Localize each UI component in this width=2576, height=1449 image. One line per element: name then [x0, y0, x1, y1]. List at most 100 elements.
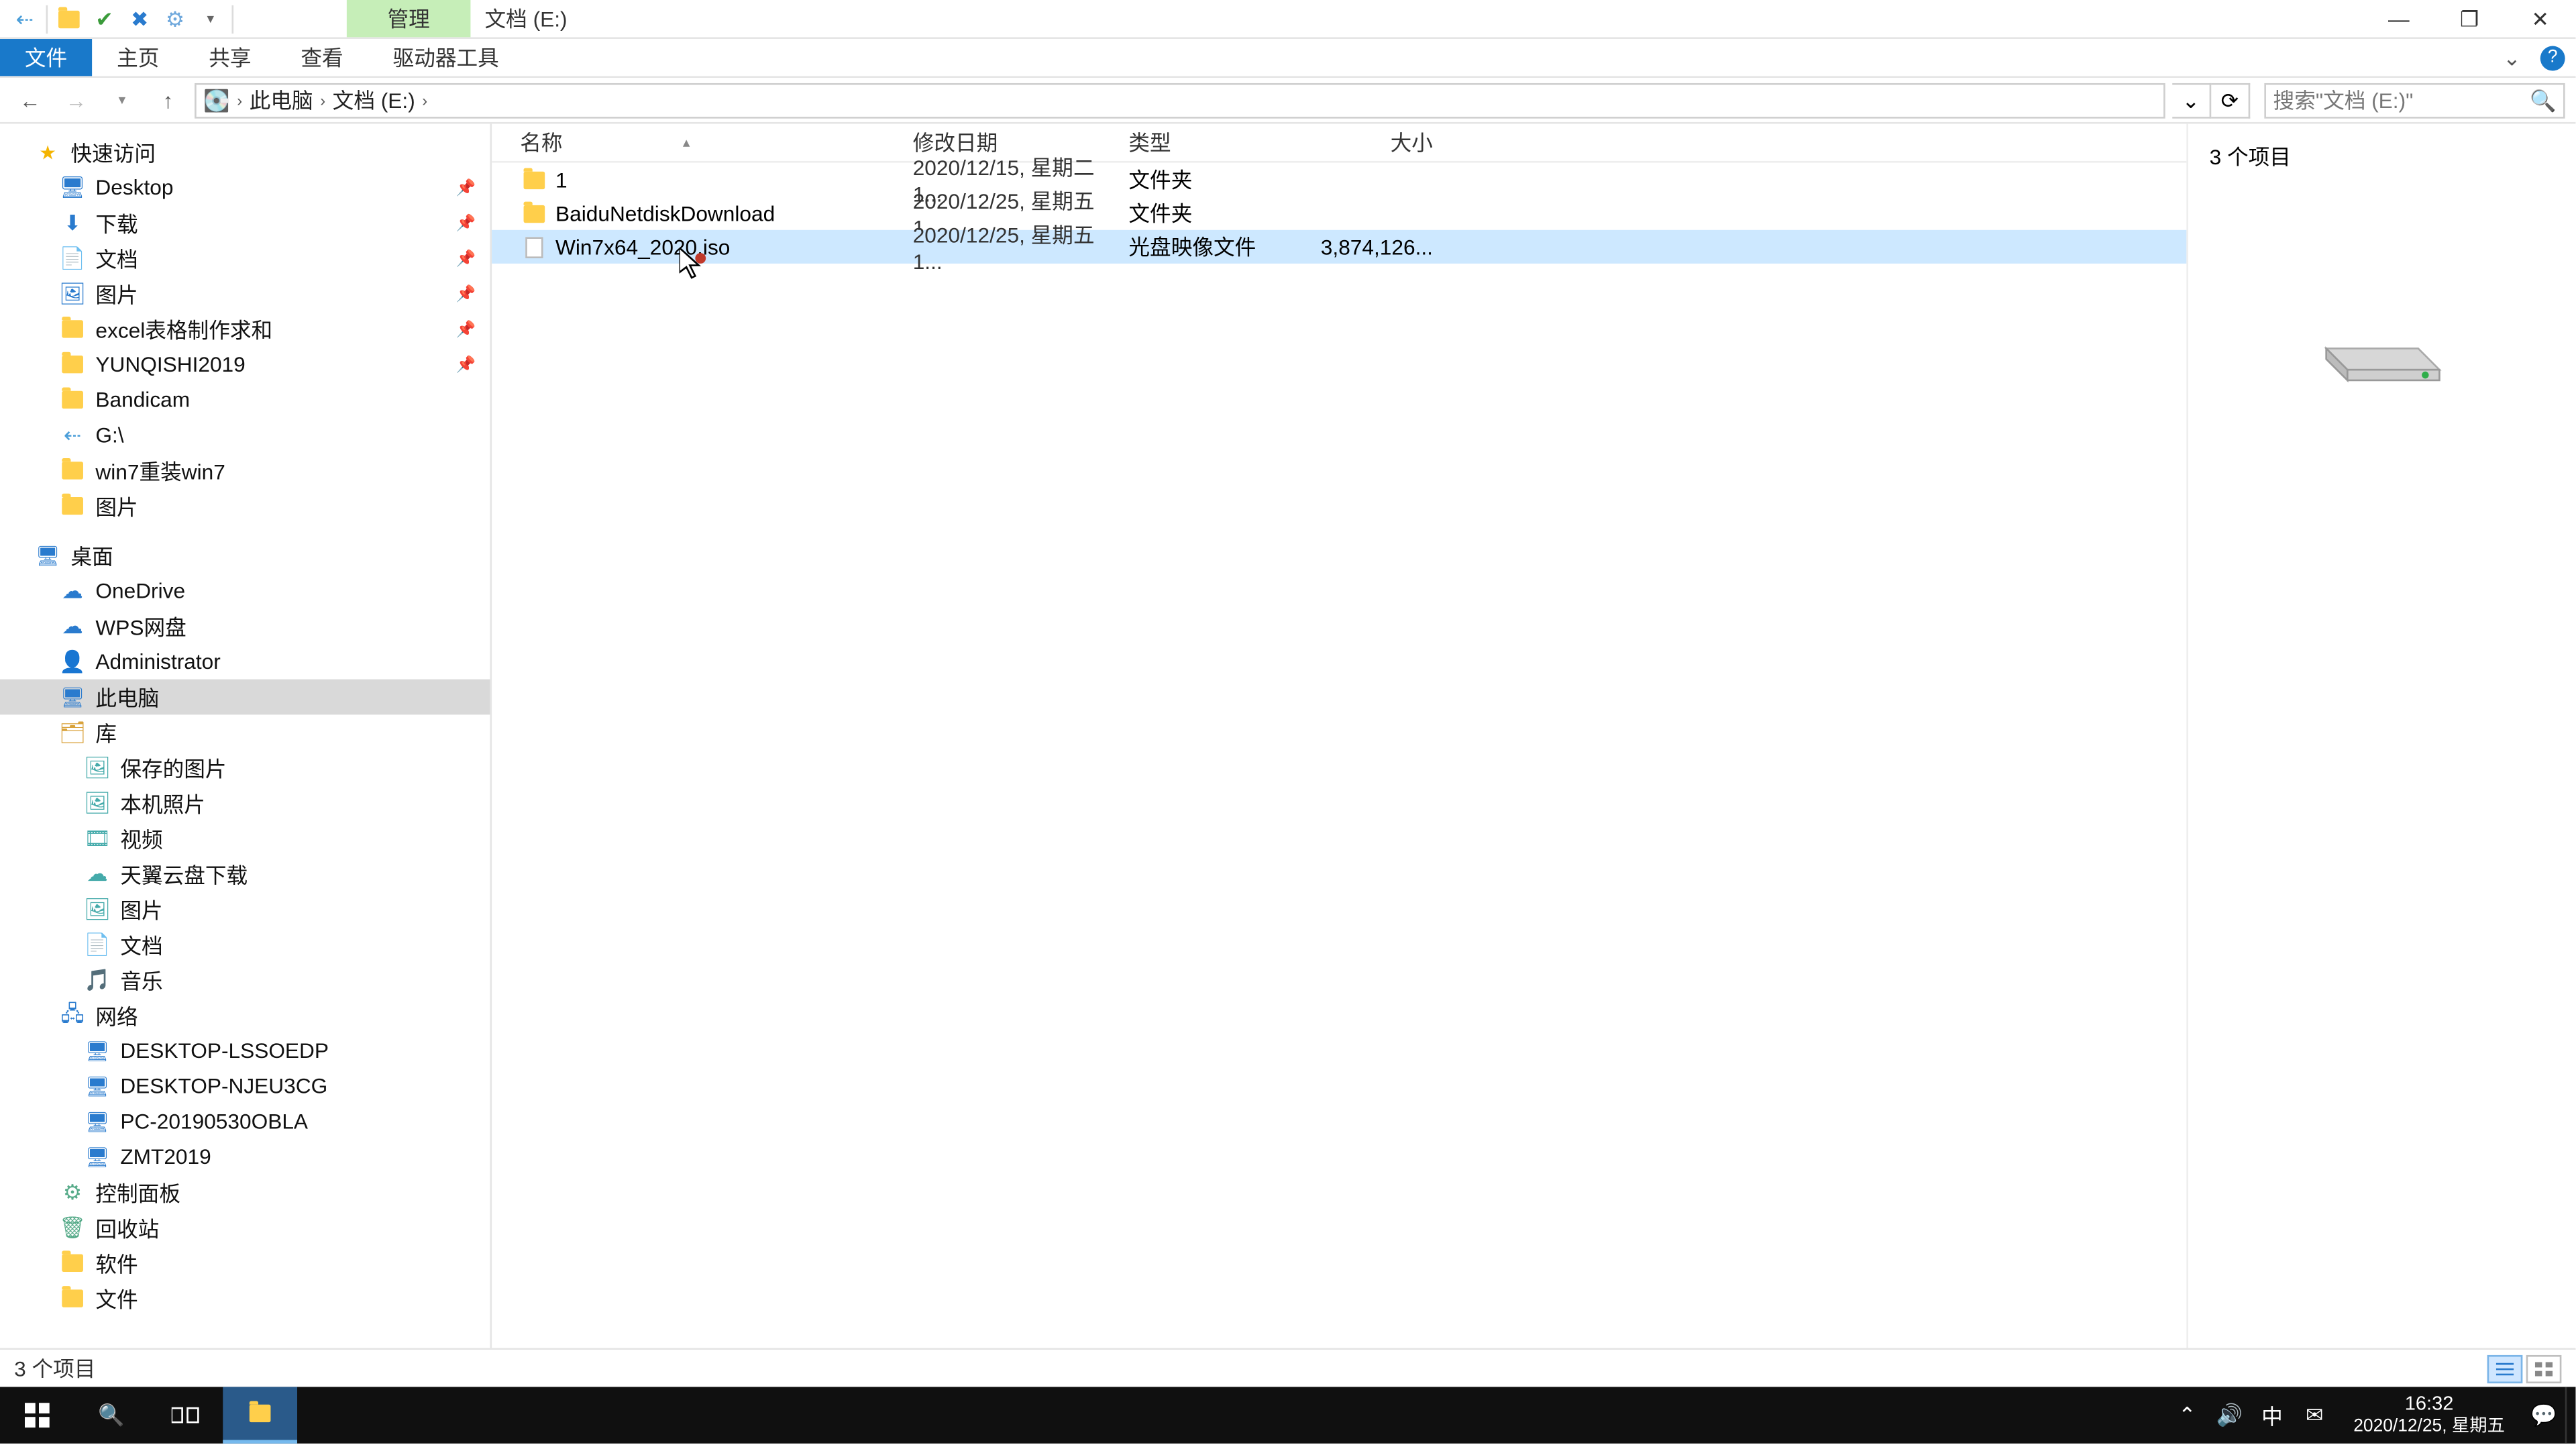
nav-lib-item[interactable]: 🎞视频	[0, 821, 490, 857]
desktop-icon: 🖥	[60, 175, 85, 200]
search-icon[interactable]: 🔍	[2530, 88, 2556, 113]
nav-this-pc[interactable]: 🖥此电脑	[0, 680, 490, 715]
file-size: 3,874,126...	[1309, 234, 1433, 259]
chevron-right-icon[interactable]: ›	[320, 91, 325, 109]
clock-date: 2020/12/25, 星期五	[2353, 1416, 2505, 1436]
address-dropdown-button[interactable]: ⌄	[2172, 83, 2211, 118]
pc-icon: 🖥	[85, 1144, 110, 1169]
list-item[interactable]: 1 2020/12/15, 星期二 1... 文件夹	[492, 163, 2186, 197]
taskbar: 🔍 ⌃ 🔊 中 ✉ 16:32 2020/12/25, 星期五 💬	[0, 1387, 2575, 1443]
nav-item[interactable]: ☁WPS网盘	[0, 608, 490, 644]
folder-icon	[60, 317, 85, 341]
nav-network-item[interactable]: 🖥PC-20190530OBLA	[0, 1104, 490, 1139]
clock[interactable]: 16:32 2020/12/25, 星期五	[2336, 1395, 2522, 1436]
tab-home[interactable]: 主页	[92, 39, 184, 76]
nav-history-icon[interactable]: ▾	[103, 80, 142, 119]
nav-desktop[interactable]: 🖥桌面	[0, 538, 490, 574]
qat-dropdown-icon[interactable]: ▾	[193, 1, 228, 36]
tab-drive-tools[interactable]: 驱动器工具	[368, 39, 524, 76]
picture-icon: 🖼	[85, 755, 110, 780]
nav-quick-item[interactable]: 🖼图片📌	[0, 276, 490, 311]
close-button[interactable]: ✕	[2505, 0, 2575, 37]
nav-network-item[interactable]: 🖥DESKTOP-LSSOEDP	[0, 1033, 490, 1069]
search-input[interactable]: 搜索"文档 (E:)" 🔍	[2264, 83, 2565, 118]
qat-close-icon[interactable]: ✖	[122, 1, 158, 36]
nav-quick-item[interactable]: Bandicam	[0, 382, 490, 418]
nav-up-button[interactable]: ↑	[149, 80, 188, 119]
maximize-button[interactable]: ❐	[2434, 0, 2505, 37]
nav-quick-item[interactable]: 🖥Desktop📌	[0, 170, 490, 205]
drive-preview-icon	[2311, 295, 2453, 389]
tab-file[interactable]: 文件	[0, 39, 92, 76]
nav-libraries[interactable]: 🗂库	[0, 714, 490, 750]
col-size[interactable]: 大小	[1309, 127, 1433, 158]
breadcrumb[interactable]: 此电脑	[250, 85, 313, 115]
music-icon: 🎵	[85, 967, 110, 992]
pin-icon: 📌	[456, 178, 476, 197]
nav-quick-item[interactable]: YUNQISHI2019📌	[0, 347, 490, 382]
nav-network[interactable]: 🖧网络	[0, 998, 490, 1033]
action-center-icon[interactable]: 💬	[2522, 1403, 2565, 1428]
nav-quick-item[interactable]: 图片	[0, 488, 490, 524]
task-view-button[interactable]	[149, 1387, 223, 1443]
col-name[interactable]: 名称▴	[520, 127, 912, 158]
search-button[interactable]: 🔍	[74, 1387, 149, 1443]
navigation-pane: ★快速访问 🖥Desktop📌 ⬇下载📌 📄文档📌 🖼图片📌 excel表格制作…	[0, 124, 492, 1348]
qat-icon[interactable]: ⇠	[7, 1, 43, 36]
address-bar[interactable]: 💽 › 此电脑 › 文档 (E:) ›	[195, 83, 2165, 118]
nav-quick-access[interactable]: ★快速访问	[0, 134, 490, 170]
nav-forward-button[interactable]: →	[56, 80, 95, 119]
qat-folder-icon[interactable]	[51, 1, 87, 36]
minimize-button[interactable]: —	[2363, 0, 2434, 37]
tab-share[interactable]: 共享	[184, 39, 276, 76]
nav-lib-item[interactable]: 📄文档	[0, 927, 490, 963]
search-placeholder: 搜索"文档 (E:)"	[2273, 85, 2414, 115]
qat-check-icon[interactable]: ✔	[87, 1, 122, 36]
taskbar-app-explorer[interactable]	[223, 1387, 297, 1443]
show-desktop-button[interactable]	[2565, 1387, 2576, 1443]
refresh-button[interactable]: ⟳	[2211, 83, 2250, 118]
nav-item[interactable]: ⚙控制面板	[0, 1175, 490, 1210]
nav-item[interactable]: 👤Administrator	[0, 644, 490, 680]
nav-quick-item[interactable]: excel表格制作求和📌	[0, 311, 490, 347]
pin-icon: 📌	[456, 319, 476, 339]
nav-lib-item[interactable]: 🖼本机照片	[0, 786, 490, 821]
nav-lib-item[interactable]: 🎵音乐	[0, 963, 490, 998]
nav-lib-item[interactable]: 🖼图片	[0, 892, 490, 927]
nav-network-item[interactable]: 🖥ZMT2019	[0, 1139, 490, 1175]
nav-item[interactable]: ☁OneDrive	[0, 573, 490, 608]
nav-network-item[interactable]: 🖥DESKTOP-NJEU3CG	[0, 1069, 490, 1104]
tab-view[interactable]: 查看	[276, 39, 368, 76]
tray-app-icon[interactable]: ✉	[2294, 1403, 2336, 1428]
list-item[interactable]: BaiduNetdiskDownload 2020/12/25, 星期五 1..…	[492, 197, 2186, 230]
list-item[interactable]: Win7x64_2020.iso 2020/12/25, 星期五 1... 光盘…	[492, 230, 2186, 264]
help-icon[interactable]: ?	[2540, 45, 2565, 70]
breadcrumb[interactable]: 文档 (E:)	[333, 85, 415, 115]
nav-lib-item[interactable]: ☁天翼云盘下载	[0, 856, 490, 892]
pin-icon: 📌	[456, 284, 476, 303]
nav-item[interactable]: 软件	[0, 1245, 490, 1281]
nav-item[interactable]: 🗑回收站	[0, 1210, 490, 1246]
chevron-right-icon[interactable]: ›	[422, 91, 427, 109]
qat-gear-icon[interactable]: ⚙	[158, 1, 193, 36]
ribbon-expand-icon[interactable]: ⌄	[2498, 44, 2526, 72]
nav-quick-item[interactable]: ⬇下载📌	[0, 205, 490, 241]
tray-overflow-icon[interactable]: ⌃	[2166, 1403, 2208, 1428]
col-type[interactable]: 类型	[1128, 127, 1309, 158]
view-details-button[interactable]	[2487, 1354, 2523, 1383]
view-icons-button[interactable]	[2526, 1354, 2562, 1383]
drive-icon: 💽	[203, 88, 229, 113]
nav-back-button[interactable]: ←	[11, 80, 50, 119]
start-button[interactable]	[0, 1387, 74, 1443]
chevron-right-icon[interactable]: ›	[237, 91, 242, 109]
ribbon-context-tab[interactable]: 管理	[347, 0, 471, 37]
ime-icon[interactable]: 中	[2251, 1400, 2293, 1430]
clock-time: 16:32	[2353, 1395, 2505, 1416]
nav-quick-item[interactable]: 📄文档📌	[0, 241, 490, 276]
nav-quick-item[interactable]: ⇠G:\	[0, 417, 490, 453]
nav-item[interactable]: 文件	[0, 1281, 490, 1316]
nav-quick-item[interactable]: win7重装win7	[0, 453, 490, 488]
nav-lib-item[interactable]: 🖼保存的图片	[0, 750, 490, 786]
cloud-icon: ☁	[85, 861, 110, 886]
volume-icon[interactable]: 🔊	[2208, 1403, 2251, 1428]
